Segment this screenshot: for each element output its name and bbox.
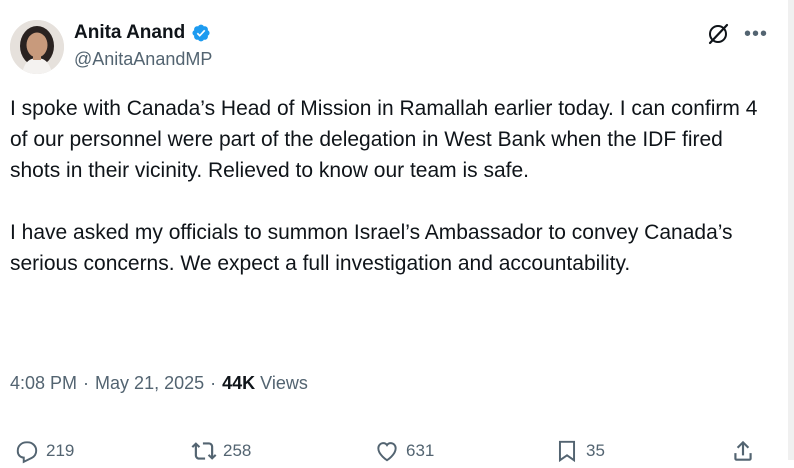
more-options-icon[interactable]: ••• — [744, 22, 768, 46]
tweet-header: Anita Anand @AnitaAnandMP ••• — [10, 18, 780, 78]
tweet-date[interactable]: May 21, 2025 — [95, 373, 204, 394]
avatar-image — [10, 20, 64, 74]
share-button[interactable] — [730, 438, 756, 464]
tweet-paragraph: I spoke with Canada’s Head of Mission in… — [10, 97, 758, 182]
tweet-actions: 219 258 631 35 — [14, 438, 774, 468]
user-handle[interactable]: @AnitaAnandMP — [74, 49, 212, 70]
share-icon — [734, 440, 752, 461]
reply-count: 219 — [46, 441, 75, 460]
heart-icon — [377, 442, 397, 462]
tweet-text: I spoke with Canada’s Head of Mission in… — [10, 93, 770, 279]
like-button[interactable]: 631 — [374, 438, 434, 464]
tweet-paragraph: I have asked my officials to summon Isra… — [10, 221, 733, 275]
bookmark-count: 35 — [586, 441, 605, 460]
separator: · — [210, 373, 217, 393]
grok-icon[interactable] — [706, 22, 730, 46]
tweet-metadata: 4:08 PM · May 21, 2025 · 44K Views — [10, 373, 308, 394]
repost-count: 258 — [223, 441, 252, 460]
reply-icon — [16, 441, 38, 464]
display-name[interactable]: Anita Anand — [74, 22, 185, 44]
bookmark-icon — [558, 440, 576, 463]
views-count[interactable]: 44K — [222, 373, 255, 394]
reply-button[interactable]: 219 — [14, 438, 74, 464]
separator: · — [83, 373, 90, 393]
window-edge — [788, 0, 794, 460]
bookmark-button[interactable]: 35 — [554, 438, 605, 464]
verified-badge-icon[interactable] — [191, 23, 211, 43]
repost-button[interactable]: 258 — [191, 438, 251, 464]
avatar[interactable] — [10, 20, 64, 74]
repost-icon — [191, 442, 217, 460]
views-label: Views — [260, 373, 308, 393]
tweet-time[interactable]: 4:08 PM — [10, 373, 77, 394]
like-count: 631 — [406, 441, 435, 460]
